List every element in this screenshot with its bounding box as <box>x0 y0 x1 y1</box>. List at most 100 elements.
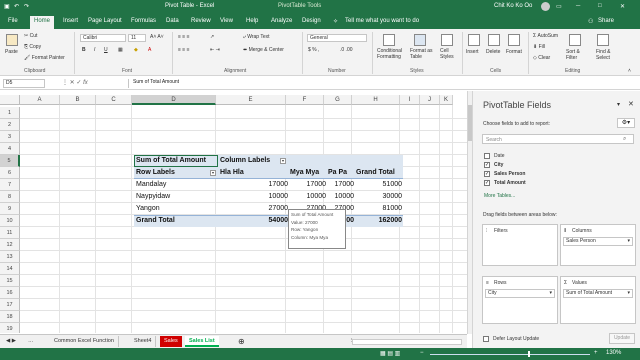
pivot-row-label[interactable]: Yangon <box>136 203 160 215</box>
tab-review[interactable]: Review <box>191 18 211 24</box>
format-cells-icon[interactable] <box>508 34 520 46</box>
row-header-15[interactable]: 15 <box>0 275 20 287</box>
ribbon-display-icon[interactable]: ▭ <box>556 3 562 10</box>
column-filter-dropdown-icon[interactable]: ▾ <box>280 158 286 164</box>
left-align-icon[interactable]: ≡ ≡ ≡ <box>178 47 190 53</box>
tab-view[interactable]: View <box>220 18 233 24</box>
underline-button[interactable]: U <box>104 47 108 53</box>
pivot-total-cell[interactable]: 54000 <box>250 215 288 227</box>
row-header-2[interactable]: 2 <box>0 119 20 131</box>
row-filter-dropdown-icon[interactable]: ▾ <box>210 170 216 176</box>
sort-filter-icon[interactable] <box>569 34 581 46</box>
gear-icon[interactable]: ⚙▾ <box>617 118 635 128</box>
row-header-5[interactable]: 5 <box>0 155 20 167</box>
sheet-tab[interactable]: Sheet4 <box>130 336 157 347</box>
field-label[interactable]: City <box>494 162 503 168</box>
formula-input[interactable]: Sum of Total Amount <box>128 79 466 88</box>
orientation-icon[interactable]: ↗ <box>210 34 214 40</box>
merge-center-button[interactable]: ⬌ Merge & Center <box>243 47 284 53</box>
new-sheet-icon[interactable]: ⊕ <box>234 336 249 347</box>
pivot-value-cell[interactable]: 10000 <box>250 191 288 203</box>
columns-area[interactable]: ⦀ Columns Sales Person ▾ <box>560 224 636 266</box>
wrap-text-button[interactable]: ⤶ Wrap Text <box>243 34 270 40</box>
tell-me-box[interactable]: Tell me what you want to do <box>345 18 419 24</box>
format-as-table-icon[interactable] <box>414 34 426 46</box>
share-icon[interactable]: ⚇ <box>588 18 593 25</box>
sheet-tab[interactable]: Common Excel Function <box>50 336 119 347</box>
row-header-3[interactable]: 3 <box>0 131 20 143</box>
pivot-row-label[interactable]: Naypyidaw <box>136 191 170 203</box>
tab-help[interactable]: Help <box>246 18 258 24</box>
zoom-in-icon[interactable]: + <box>594 350 598 356</box>
font-size-select[interactable]: 11 <box>128 34 146 42</box>
pivot-value-cell[interactable]: 17000 <box>250 179 288 191</box>
column-header-h[interactable]: H <box>352 95 400 105</box>
values-area[interactable]: Σ Values Sum of Total Amount ▾ <box>560 276 636 324</box>
pivot-value-cell[interactable]: 10000 <box>326 191 354 203</box>
row-header-16[interactable]: 16 <box>0 287 20 299</box>
italic-button[interactable]: I <box>94 47 95 53</box>
close-icon[interactable]: ✕ <box>620 3 625 10</box>
row-header-18[interactable]: 18 <box>0 311 20 323</box>
pivot-column-header[interactable]: Pa Pa <box>328 167 347 179</box>
delete-cells-icon[interactable] <box>488 34 500 46</box>
column-header-a[interactable]: A <box>20 95 60 105</box>
field-checkbox[interactable]: ✓ <box>484 180 490 186</box>
sort-filter-button[interactable]: Sort & Filter <box>566 49 588 61</box>
format-as-table-button[interactable]: Format as Table <box>410 48 436 60</box>
columns-field-pill[interactable]: Sales Person ▾ <box>563 237 633 246</box>
field-checkbox[interactable]: ✓ <box>484 171 490 177</box>
format-cells-button[interactable]: Format <box>506 49 522 55</box>
indent-icon[interactable]: ⇤ ⇥ <box>210 47 220 53</box>
cut-button[interactable]: ✂ Cut <box>24 33 37 39</box>
pane-close-icon[interactable]: ✕ <box>628 100 634 108</box>
tab-file[interactable]: File <box>8 18 18 24</box>
clear-button[interactable]: ◇ Clear <box>533 55 550 61</box>
sheet-nav-ellipsis[interactable]: … <box>24 336 38 347</box>
rows-field-pill[interactable]: City ▾ <box>485 289 555 298</box>
row-header-9[interactable]: 9 <box>0 203 20 215</box>
bold-button[interactable]: B <box>82 47 86 53</box>
paste-icon[interactable] <box>6 34 18 46</box>
pivot-value-cell[interactable]: 81000 <box>354 203 402 215</box>
tab-insert[interactable]: Insert <box>63 18 78 24</box>
column-header-j[interactable]: J <box>420 95 440 105</box>
column-header-c[interactable]: C <box>96 95 132 105</box>
conditional-formatting-icon[interactable] <box>383 34 395 46</box>
row-header-19[interactable]: 19 <box>0 323 20 333</box>
share-button[interactable]: Share <box>598 18 614 24</box>
pivot-total-cell[interactable]: 162000 <box>354 215 402 227</box>
field-label[interactable]: Total Amount <box>494 180 526 186</box>
pivot-value-cell[interactable]: 30000 <box>354 191 402 203</box>
pivot-column-labels[interactable]: Column Labels <box>220 155 270 167</box>
rows-area[interactable]: ≡ Rows City ▾ <box>482 276 558 324</box>
field-label[interactable]: Date <box>494 153 505 159</box>
fill-button[interactable]: ⬇ Fill <box>533 44 545 50</box>
zoom-out-icon[interactable]: − <box>420 350 424 356</box>
column-header-k[interactable]: K <box>440 95 453 105</box>
cell-styles-icon[interactable] <box>441 34 453 46</box>
delete-cells-button[interactable]: Delete <box>486 49 500 55</box>
currency-icon[interactable]: $ % , <box>308 47 319 53</box>
column-header-i[interactable]: I <box>400 95 420 105</box>
defer-update-checkbox[interactable] <box>483 336 489 342</box>
pivot-column-header[interactable]: Hla Hla <box>220 167 244 179</box>
save-icon[interactable]: ▣ <box>4 3 10 10</box>
tab-design[interactable]: Design <box>302 18 321 24</box>
borders-icon[interactable]: ▦ <box>118 47 123 53</box>
insert-cells-icon[interactable] <box>468 34 480 46</box>
formula-bar-buttons[interactable]: ⋮ ✕ ✓ fx <box>62 79 88 86</box>
insert-cells-button[interactable]: Insert <box>466 49 479 55</box>
field-checkbox[interactable] <box>484 153 490 159</box>
find-select-button[interactable]: Find & Select <box>596 49 616 61</box>
format-painter-button[interactable]: 🖌 Format Painter <box>24 55 65 61</box>
row-header-1[interactable]: 1 <box>0 107 20 119</box>
row-header-11[interactable]: 11 <box>0 227 20 239</box>
avatar[interactable] <box>541 2 550 11</box>
zoom-slider[interactable] <box>430 354 590 355</box>
cell-styles-button[interactable]: Cell Styles <box>440 48 458 60</box>
zoom-slider-thumb[interactable] <box>528 351 530 357</box>
number-format-select[interactable]: General <box>307 34 367 42</box>
pivot-value-cell[interactable]: 17000 <box>288 179 326 191</box>
fill-color-icon[interactable]: ◆ <box>134 47 138 53</box>
